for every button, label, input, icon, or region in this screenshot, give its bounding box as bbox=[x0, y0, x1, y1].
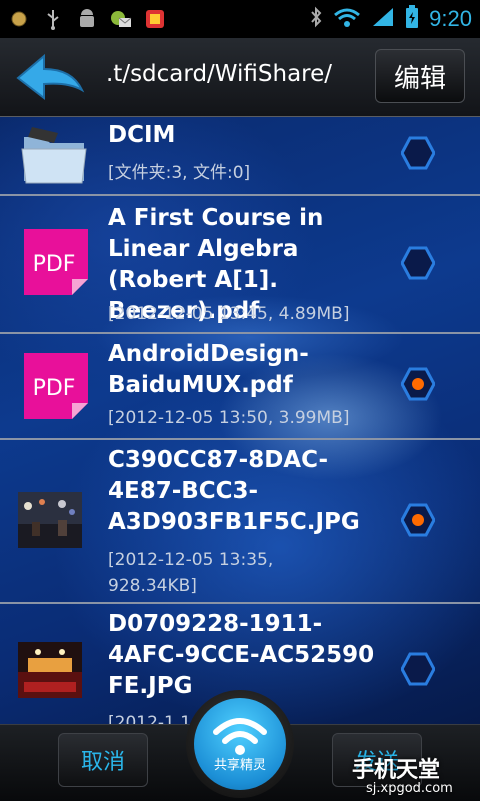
watermark-logo: 手机天堂 bbox=[352, 758, 441, 783]
image-thumbnail bbox=[18, 642, 82, 702]
watermark-url: sj.xpgod.com bbox=[366, 781, 453, 796]
list-item[interactable]: DCIM [文件夹:3, 文件:0] bbox=[0, 117, 480, 196]
current-path: .t/sdcard/WifiShare/ bbox=[106, 61, 333, 87]
share-button[interactable]: 共享精灵 bbox=[186, 690, 294, 798]
back-arrow-icon bbox=[16, 53, 85, 101]
pdf-icon: PDF bbox=[24, 353, 88, 423]
select-radio-checked[interactable] bbox=[401, 503, 435, 537]
pdf-icon: PDF bbox=[24, 229, 88, 299]
signal-icon bbox=[371, 6, 395, 32]
list-item[interactable]: PDF AndroidDesign-BaiduMUX.pdf [2012-12-… bbox=[0, 334, 480, 440]
file-meta: [文件夹:3, 文件:0] bbox=[108, 163, 251, 183]
share-label: 共享精灵 bbox=[213, 758, 266, 773]
clock: 9:20 bbox=[429, 6, 472, 31]
folder-icon bbox=[18, 123, 90, 189]
notification-dot-icon bbox=[8, 8, 30, 30]
edit-button[interactable]: 编辑 bbox=[375, 49, 465, 103]
android-icon bbox=[76, 8, 98, 30]
svg-text:PDF: PDF bbox=[33, 376, 76, 401]
image-thumbnail bbox=[18, 492, 82, 552]
select-radio[interactable] bbox=[401, 136, 435, 170]
share-button-face: 共享精灵 bbox=[194, 698, 286, 790]
file-name: AndroidDesign-BaiduMUX.pdf bbox=[108, 341, 309, 398]
select-radio-checked[interactable] bbox=[401, 367, 435, 401]
list-item[interactable]: PDF A First Course in Linear Algebra (Ro… bbox=[0, 196, 480, 334]
svg-text:PDF: PDF bbox=[33, 252, 76, 277]
usb-icon bbox=[42, 8, 64, 30]
file-name: C390CC87-8DAC-4E87-BCC3-A3D903FB1F5C.JPG bbox=[108, 447, 360, 535]
select-radio[interactable] bbox=[401, 652, 435, 686]
cancel-button[interactable]: 取消 bbox=[58, 733, 148, 787]
file-list[interactable]: DCIM [文件夹:3, 文件:0] PDF A First Course in… bbox=[0, 117, 480, 724]
wifi-share-icon bbox=[213, 718, 267, 755]
mail-icon bbox=[110, 8, 132, 30]
list-item[interactable]: C390CC87-8DAC-4E87-BCC3-A3D903FB1F5C.JPG… bbox=[0, 440, 480, 604]
file-meta: [2012-12-05 13:50, 3.99MB] bbox=[108, 408, 350, 428]
file-name: DCIM bbox=[108, 122, 176, 148]
file-meta: [2012-12-05 13:35, 928.34KB] bbox=[108, 550, 274, 596]
back-button[interactable] bbox=[14, 50, 86, 102]
battery-icon bbox=[405, 5, 419, 33]
bluetooth-icon bbox=[309, 6, 323, 32]
file-name: D0709228-1911-4AFC-9CCE-AC52590 FE.JPG bbox=[108, 611, 375, 699]
status-bar: 9:20 bbox=[0, 0, 480, 38]
file-meta: [2012-12-05 13:45, 4.89MB] bbox=[108, 304, 350, 324]
app-icon bbox=[144, 8, 166, 30]
header-bar: .t/sdcard/WifiShare/ 编辑 bbox=[0, 38, 480, 118]
select-radio[interactable] bbox=[401, 246, 435, 280]
wifi-icon bbox=[333, 6, 361, 32]
